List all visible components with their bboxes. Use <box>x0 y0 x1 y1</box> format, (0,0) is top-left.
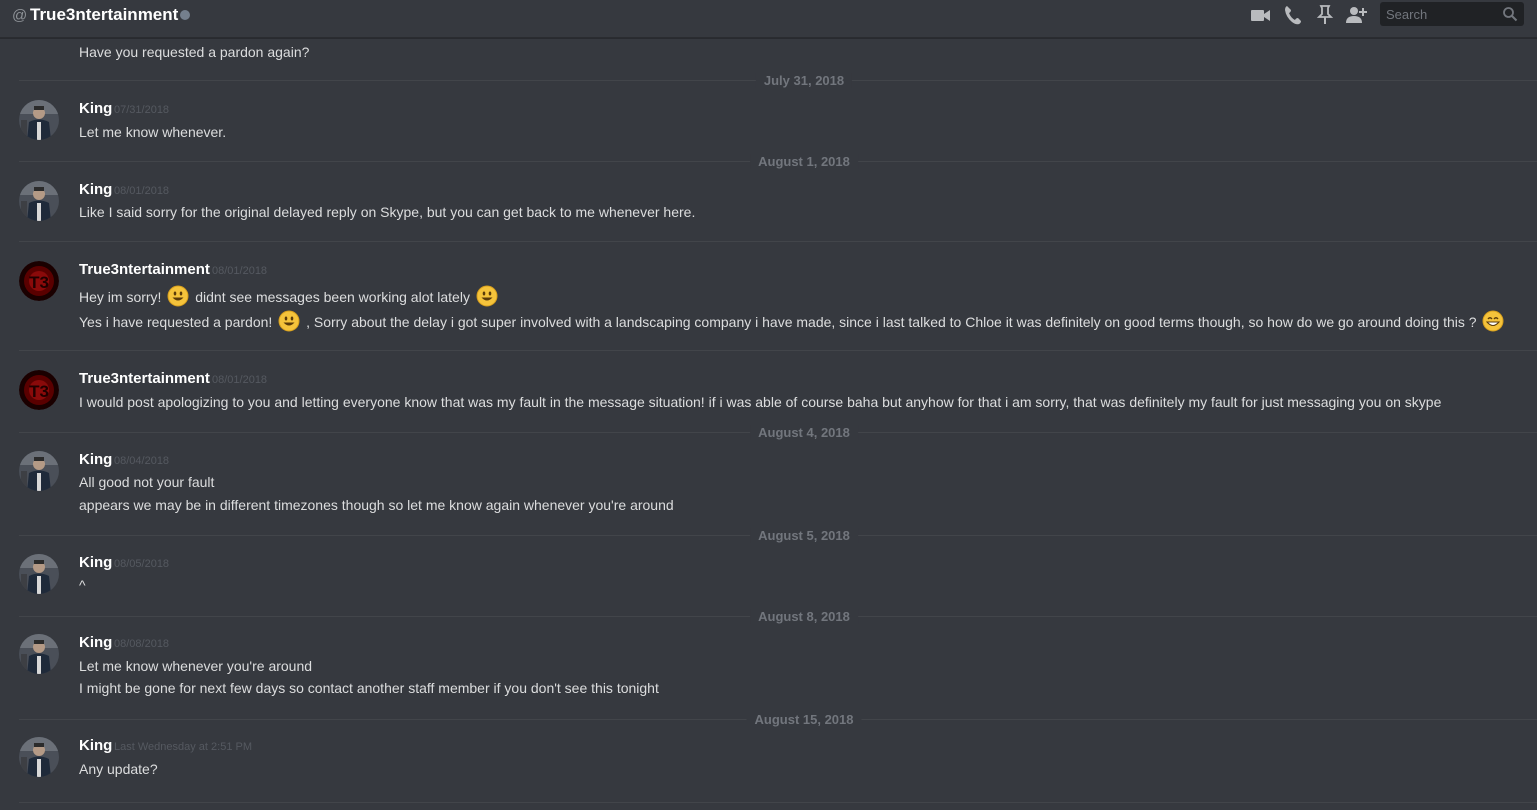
username[interactable]: King <box>79 737 112 754</box>
date-divider-label: August 5, 2018 <box>750 528 858 543</box>
message-text: Hey im sorry! didnt see messages been wo… <box>79 285 500 307</box>
video-call-icon[interactable] <box>1250 4 1272 26</box>
date-divider-label: August 15, 2018 <box>746 712 862 727</box>
message-text: All good not your fault <box>79 474 215 490</box>
date-divider-label: August 1, 2018 <box>750 154 858 169</box>
timestamp: 08/01/2018 <box>212 265 268 277</box>
timestamp: 08/01/2018 <box>212 374 268 386</box>
avatar[interactable] <box>19 737 59 777</box>
message-text: Have you requested a pardon again? <box>79 44 310 60</box>
timestamp: 08/01/2018 <box>114 185 170 197</box>
channel-title: True3ntertainment <box>30 5 179 24</box>
username[interactable]: King <box>79 554 112 571</box>
timestamp: 07/31/2018 <box>114 104 170 116</box>
message-separator <box>19 241 1537 242</box>
message-text: ^ <box>79 577 86 593</box>
message-text: Let me know whenever. <box>79 124 227 140</box>
message-list[interactable]: Have you requested a pardon again? July … <box>0 38 1537 810</box>
search-icon[interactable] <box>1502 6 1518 22</box>
search-placeholder: Search <box>1386 7 1428 22</box>
channel-header: @ True3ntertainment Search <box>0 0 1537 38</box>
dm-at-icon: @ <box>12 7 28 24</box>
timestamp: 08/08/2018 <box>114 638 170 650</box>
username[interactable]: King <box>79 634 112 651</box>
status-indicator <box>180 10 190 20</box>
message-text-part: , Sorry about the delay i got super invo… <box>306 314 1477 330</box>
avatar[interactable] <box>19 451 59 491</box>
voice-call-icon[interactable] <box>1282 4 1304 26</box>
avatar[interactable] <box>19 634 59 674</box>
avatar[interactable] <box>19 370 59 410</box>
username[interactable]: True3ntertainment <box>79 370 210 387</box>
timestamp: 08/05/2018 <box>114 558 170 570</box>
message-separator <box>19 350 1537 351</box>
message-text: Let me know whenever you're around <box>79 658 313 674</box>
date-divider-label: July 31, 2018 <box>755 73 853 88</box>
add-friend-icon[interactable] <box>1345 4 1367 26</box>
message-text: Yes i have requested a pardon! , Sorry a… <box>79 310 1506 332</box>
avatar[interactable] <box>19 554 59 594</box>
date-divider-label: August 8, 2018 <box>750 609 858 624</box>
pin-icon[interactable] <box>1314 4 1336 26</box>
avatar[interactable] <box>19 100 59 140</box>
search-input[interactable]: Search <box>1380 2 1524 26</box>
date-divider-label: August 4, 2018 <box>750 425 858 440</box>
avatar[interactable] <box>19 261 59 301</box>
message-text: I might be gone for next few days so con… <box>79 680 659 696</box>
timestamp: Last Wednesday at 2:51 PM <box>114 741 252 753</box>
message-text: Any update? <box>79 761 158 777</box>
avatar[interactable] <box>19 181 59 221</box>
username[interactable]: King <box>79 100 112 117</box>
message-separator <box>19 802 1537 803</box>
smiley-emoji-icon[interactable] <box>278 310 300 332</box>
message-text: Like I said sorry for the original delay… <box>79 204 696 220</box>
username[interactable]: True3ntertainment <box>79 261 210 278</box>
message-text-part: Hey im sorry! <box>79 289 162 305</box>
message-text: I would post apologizing to you and lett… <box>79 394 1442 410</box>
grin-emoji-icon[interactable] <box>1482 310 1504 332</box>
username[interactable]: King <box>79 451 112 468</box>
timestamp: 08/04/2018 <box>114 455 170 467</box>
smiley-emoji-icon[interactable] <box>167 285 189 307</box>
message-text: appears we may be in different timezones… <box>79 497 674 513</box>
message-text-part: didnt see messages been working alot lat… <box>195 289 470 305</box>
username[interactable]: King <box>79 181 112 198</box>
smiley-emoji-icon[interactable] <box>476 285 498 307</box>
message-text-part: Yes i have requested a pardon! <box>79 314 273 330</box>
